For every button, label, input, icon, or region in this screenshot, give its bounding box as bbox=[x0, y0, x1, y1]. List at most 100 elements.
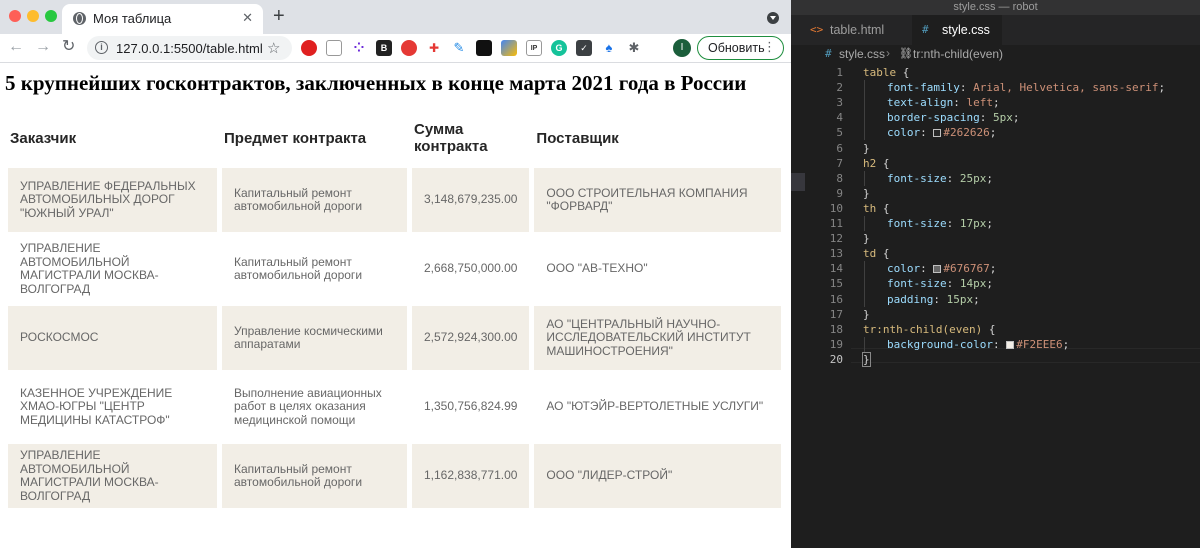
table-row: УПРАВЛЕНИЕ АВТОМОБИЛЬНОЙ МАГИСТРАЛИ МОСК… bbox=[8, 444, 782, 508]
breadcrumb-file[interactable]: style.css bbox=[839, 47, 885, 61]
line-number: 5 bbox=[836, 126, 843, 140]
check-extension-icon[interactable]: ✓ bbox=[576, 40, 592, 56]
table-cell: УПРАВЛЕНИЕ АВТОМОБИЛЬНОЙ МАГИСТРАЛИ МОСК… bbox=[20, 241, 159, 296]
color-swatch bbox=[933, 129, 942, 138]
css-selector: td bbox=[863, 247, 877, 261]
code-line: color: #262626; bbox=[887, 125, 996, 140]
table-cell: Капитальный ремонт автомобильной дороги bbox=[222, 168, 407, 232]
maximize-window-icon[interactable] bbox=[45, 10, 57, 22]
back-arrow-icon[interactable]: ← bbox=[8, 38, 24, 56]
tab-style-css[interactable]: # style.css bbox=[912, 15, 1002, 45]
page-title: 5 крупнейших госконтрактов, заключенных … bbox=[5, 71, 747, 95]
tab-strip: Моя таблица ✕ + bbox=[0, 0, 791, 34]
clapper-extension-icon[interactable] bbox=[476, 40, 492, 56]
fire-extension-icon[interactable]: ♠ bbox=[601, 40, 617, 56]
css-value: #262626 bbox=[943, 126, 990, 140]
css-property: padding bbox=[887, 292, 934, 306]
b-extension-icon[interactable]: B bbox=[376, 40, 392, 56]
table-cell: РОСКОСМОС bbox=[8, 306, 217, 370]
browser-tab[interactable]: Моя таблица ✕ bbox=[62, 4, 263, 34]
css-property: font-family bbox=[887, 81, 960, 95]
browser-window: Моя таблица ✕ + ← → ↻ i 127.0.0.1:5500/t… bbox=[0, 0, 791, 548]
site-info-icon[interactable]: i bbox=[95, 41, 108, 54]
css-colon: : bbox=[920, 262, 934, 276]
profile-avatar[interactable]: I bbox=[673, 39, 691, 57]
close-window-icon[interactable] bbox=[9, 10, 21, 22]
css-property: font-size bbox=[887, 217, 947, 230]
notes-extension-icon[interactable] bbox=[326, 40, 342, 56]
cube-extension-icon[interactable]: ✚ bbox=[426, 40, 442, 56]
table-cell: 2,572,924,300.00 bbox=[412, 306, 530, 370]
feather-extension-icon[interactable]: ✎ bbox=[451, 40, 467, 56]
update-button[interactable]: Обновить ⋮ bbox=[697, 36, 784, 60]
code-line: } bbox=[863, 141, 870, 156]
update-label: Обновить bbox=[708, 41, 765, 55]
line-number: 13 bbox=[829, 247, 843, 261]
css-value: #676767 bbox=[943, 262, 990, 276]
code-line: text-align: left; bbox=[887, 95, 1000, 110]
tab-search-icon[interactable] bbox=[767, 12, 779, 24]
ghost-extension-icon[interactable] bbox=[401, 40, 417, 56]
css-brace: } bbox=[863, 186, 870, 200]
indent-guide bbox=[864, 336, 865, 352]
css-colon: : bbox=[946, 217, 960, 230]
code-line: td { bbox=[863, 246, 890, 261]
url-text[interactable]: 127.0.0.1:5500/table.html bbox=[116, 41, 263, 56]
bookmark-star-icon[interactable]: ☆ bbox=[267, 39, 280, 57]
code-editor-window: style.css — robot <> table.html # style.… bbox=[791, 0, 1200, 548]
code-line: border-spacing: 5px; bbox=[887, 110, 1019, 125]
css-selector: table bbox=[863, 66, 897, 79]
css-brace: { bbox=[876, 156, 890, 170]
address-bar[interactable]: i 127.0.0.1:5500/table.html ☆ bbox=[87, 36, 292, 60]
code-line: font-family: Arial, Helvetica, sans-seri… bbox=[887, 80, 1165, 95]
html-file-icon: <> bbox=[810, 23, 824, 36]
css-brace: { bbox=[896, 66, 910, 79]
code-line: } bbox=[863, 231, 870, 246]
tab-title: Моя таблица bbox=[93, 11, 172, 26]
css-brace: } bbox=[862, 351, 871, 367]
table-cell: УПРАВЛЕНИЕ ФЕДЕРАЛЬНЫХ АВТОМОБИЛЬНЫХ ДОР… bbox=[8, 168, 217, 232]
css-property: font-size bbox=[887, 171, 947, 185]
css-semicolon: ; bbox=[986, 277, 993, 291]
color-swatch bbox=[1006, 340, 1015, 349]
table-row: КАЗЕННОЕ УЧРЕЖДЕНИЕ ХМАО-ЮГРЫ "ЦЕНТР МЕД… bbox=[8, 375, 781, 439]
minimize-window-icon[interactable] bbox=[27, 10, 39, 22]
css-property: font-size bbox=[887, 277, 947, 291]
code-line: h2 { bbox=[863, 156, 890, 171]
table-cell: 2,668,750,000.00 bbox=[424, 261, 518, 276]
ip-extension-icon[interactable]: IP bbox=[526, 40, 542, 56]
image-extension-icon[interactable] bbox=[501, 40, 517, 56]
new-tab-button[interactable]: + bbox=[273, 5, 285, 27]
tab-table-html[interactable]: <> table.html bbox=[800, 15, 912, 45]
line-number: 10 bbox=[829, 201, 843, 215]
table-header-row: Заказчик Предмет контракта Сумма контрак… bbox=[8, 113, 781, 163]
indent-guide bbox=[864, 216, 865, 232]
css-colon: : bbox=[920, 126, 934, 140]
grammarly-extension-icon[interactable]: G bbox=[551, 40, 567, 56]
tab-label: style.css bbox=[942, 23, 990, 37]
browser-toolbar: ← → ↻ i 127.0.0.1:5500/table.html ☆ ⁘ B … bbox=[0, 34, 791, 63]
browser-menu-icon[interactable]: ⋮ bbox=[763, 39, 776, 55]
opera-extension-icon[interactable] bbox=[301, 40, 317, 56]
css-property: color bbox=[887, 126, 921, 140]
line-number: 18 bbox=[829, 322, 843, 336]
editor-tab-bar: <> table.html # style.css bbox=[791, 15, 1200, 45]
css-file-icon: # bbox=[922, 23, 929, 36]
code-line: tr:nth-child(even) { bbox=[863, 322, 995, 337]
forward-arrow-icon[interactable]: → bbox=[35, 38, 51, 56]
breadcrumb-selector[interactable]: tr:nth-child(even) bbox=[913, 47, 1003, 61]
css-brace: } bbox=[863, 141, 870, 155]
reload-icon[interactable]: ↻ bbox=[62, 38, 75, 56]
line-number: 7 bbox=[836, 156, 843, 170]
css-brace: { bbox=[982, 322, 996, 336]
close-tab-icon[interactable]: ✕ bbox=[242, 10, 253, 26]
activity-marker bbox=[791, 173, 805, 191]
editor-window-title: style.css — robot bbox=[791, 0, 1200, 15]
dots-extension-icon[interactable]: ⁘ bbox=[351, 40, 367, 56]
color-swatch bbox=[933, 265, 942, 274]
table-cell: 1,162,838,771.00 bbox=[412, 444, 530, 508]
puzzle-extensions-icon[interactable]: ✱ bbox=[626, 40, 642, 56]
table-cell: Управление космическими аппаратами bbox=[222, 306, 407, 370]
css-value: 17px bbox=[959, 217, 987, 230]
table-cell: АО "ЮТЭЙР-ВЕРТОЛЕТНЫЕ УСЛУГИ" bbox=[546, 399, 764, 414]
